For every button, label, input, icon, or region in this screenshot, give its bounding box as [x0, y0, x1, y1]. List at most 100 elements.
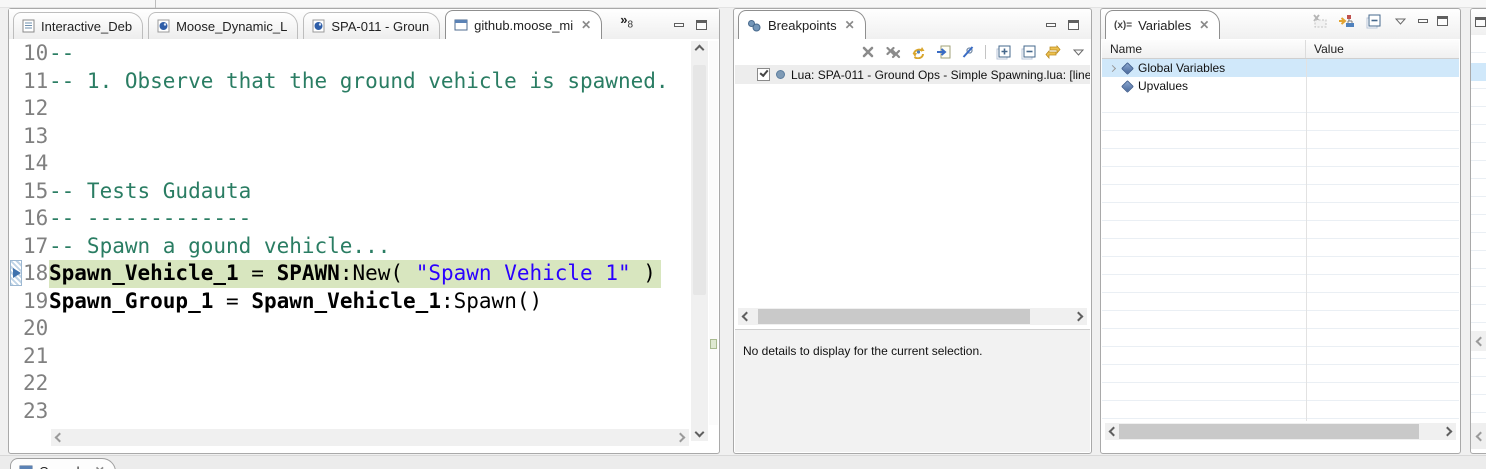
partial-panel-rows [1471, 35, 1486, 415]
code-text: -- ------------- [49, 205, 251, 233]
variables-icon: (x)= [1114, 20, 1132, 31]
tab-breakpoints[interactable]: Breakpoints ✕ [738, 10, 866, 39]
code-text: : [340, 261, 353, 285]
scroll-left-button[interactable] [1471, 423, 1486, 449]
code-text: = [239, 261, 277, 285]
breakpoint-checkbox[interactable] [757, 68, 770, 81]
scrollbar-thumb[interactable] [693, 65, 706, 295]
show-supported-breakpoints-icon[interactable] [909, 43, 927, 61]
current-line-highlight: Spawn_Vehicle_1 = SPAWN:New( "Spawn Vehi… [49, 260, 661, 288]
maximize-icon[interactable] [1437, 16, 1448, 26]
editor-vertical-scrollbar[interactable] [691, 41, 708, 441]
code-editor-area[interactable]: 10-- 11-- 1. Observe that the ground veh… [9, 40, 689, 427]
tab-spa-011[interactable]: SPA-011 - Groun [303, 12, 440, 39]
code-text: Spawn_Vehicle_1 [49, 261, 239, 285]
collapse-all-icon[interactable] [1019, 43, 1037, 61]
breakpoints-list[interactable]: Lua: SPA-011 - Ground Ops - Simple Spawn… [735, 65, 1090, 305]
scroll-left-button[interactable] [51, 429, 68, 446]
line-number: 23 [23, 398, 49, 426]
code-line: 21 [9, 343, 689, 371]
close-icon[interactable]: ✕ [581, 18, 591, 32]
close-icon[interactable]: ✕ [845, 18, 855, 32]
column-header-name[interactable]: Name [1102, 40, 1306, 58]
minimize-icon[interactable] [1418, 19, 1428, 23]
breakpoint-dot-icon [776, 70, 785, 79]
scrollbar-thumb[interactable] [1119, 424, 1419, 439]
scroll-right-button[interactable] [672, 429, 689, 446]
variables-horizontal-scrollbar[interactable] [1105, 423, 1456, 440]
goto-file-for-breakpoint-icon[interactable] [934, 43, 952, 61]
code-text: Spawn() [454, 288, 543, 316]
line-number: 10 [23, 40, 49, 68]
partial-right-panel [1470, 8, 1486, 454]
expand-all-icon[interactable] [994, 43, 1012, 61]
chevron-right-icon[interactable] [1109, 64, 1116, 71]
scroll-right-button[interactable] [1070, 308, 1087, 325]
column-header-value[interactable]: Value [1306, 40, 1459, 58]
editor-horizontal-scrollbar[interactable] [51, 429, 689, 446]
skip-all-breakpoints-icon[interactable] [959, 43, 977, 61]
scroll-left-button[interactable] [1471, 331, 1486, 351]
column-divider[interactable] [1306, 59, 1307, 421]
tree-row-label: Global Variables [1138, 61, 1225, 75]
link-with-debug-view-icon[interactable] [1044, 43, 1062, 61]
line-number: 14 [23, 150, 49, 178]
scroll-up-button[interactable] [691, 41, 708, 58]
code-text: = [213, 288, 251, 316]
variable-group-icon [1121, 80, 1134, 93]
scrollbar-thumb[interactable] [758, 309, 1030, 324]
lua-file-icon [312, 19, 325, 33]
tab-console[interactable]: Console ✕ [10, 458, 116, 469]
overview-ruler[interactable] [709, 41, 718, 425]
tab-overflow-indicator[interactable]: »8 [620, 12, 633, 39]
breakpoints-horizontal-scrollbar[interactable] [738, 308, 1087, 325]
code-line: 12 [9, 95, 689, 123]
remove-breakpoint-icon[interactable] [859, 43, 877, 61]
tab-moose-dynamic[interactable]: Moose_Dynamic_L [148, 12, 298, 39]
tree-row-upvalues[interactable]: Upvalues [1102, 77, 1459, 95]
collapse-all-icon[interactable] [1364, 12, 1382, 30]
toolbar-separator [985, 45, 986, 59]
close-icon[interactable]: ✕ [1199, 18, 1209, 32]
code-line: 13 [9, 123, 689, 151]
tree-row-label: Upvalues [1138, 79, 1188, 93]
view-menu-icon[interactable] [1069, 43, 1087, 61]
show-logical-structure-icon[interactable] [1337, 12, 1355, 30]
view-menu-icon[interactable] [1391, 12, 1409, 30]
variables-tree[interactable]: Global Variables Upvalues [1102, 59, 1459, 421]
maximize-icon[interactable] [696, 20, 707, 30]
partial-selected-row [1471, 63, 1486, 81]
maximize-icon[interactable] [1068, 20, 1079, 30]
partial-panel-header [1471, 9, 1486, 35]
current-line-overview-marker[interactable] [710, 339, 717, 349]
tab-interactive-debug[interactable]: Interactive_Deb [13, 12, 143, 39]
code-text: -- [49, 40, 74, 68]
scroll-right-button[interactable] [1439, 423, 1456, 440]
console-icon [19, 465, 33, 469]
scroll-down-button[interactable] [691, 424, 708, 441]
instruction-pointer-marker[interactable] [10, 260, 22, 286]
editor-tabbar: Interactive_Deb Moose_Dynamic_L SPA-011 … [9, 9, 719, 39]
tree-row-global-variables[interactable]: Global Variables [1102, 59, 1459, 77]
close-icon[interactable]: ✕ [95, 464, 105, 469]
editor-window-buttons [674, 20, 715, 39]
tab-variables[interactable]: (x)= Variables ✕ [1105, 10, 1220, 39]
minimize-icon[interactable] [674, 23, 684, 27]
minimize-icon[interactable] [1046, 23, 1056, 27]
breakpoint-row[interactable]: Lua: SPA-011 - Ground Ops - Simple Spawn… [735, 65, 1090, 84]
variable-group-icon [1121, 62, 1134, 75]
code-text: -- 1. Observe that the ground vehicle is… [49, 68, 669, 96]
tab-github-moose[interactable]: github.moose_mi ✕ [445, 10, 602, 39]
tab-label: Moose_Dynamic_L [176, 19, 287, 34]
scroll-left-button[interactable] [738, 308, 755, 325]
maximize-icon[interactable] [1475, 17, 1486, 27]
variables-toolbar-and-buttons [1310, 12, 1456, 39]
code-text: Spawn_Group_1 [49, 288, 213, 316]
tab-label: Breakpoints [768, 18, 837, 33]
remove-all-breakpoints-icon[interactable] [884, 43, 902, 61]
breakpoint-label: Lua: SPA-011 - Ground Ops - Simple Spawn… [791, 68, 1090, 82]
code-text: SPAWN [277, 261, 340, 285]
code-text: : [441, 288, 454, 316]
code-line: 10-- [9, 40, 689, 68]
variables-footer-strip [1102, 441, 1459, 452]
